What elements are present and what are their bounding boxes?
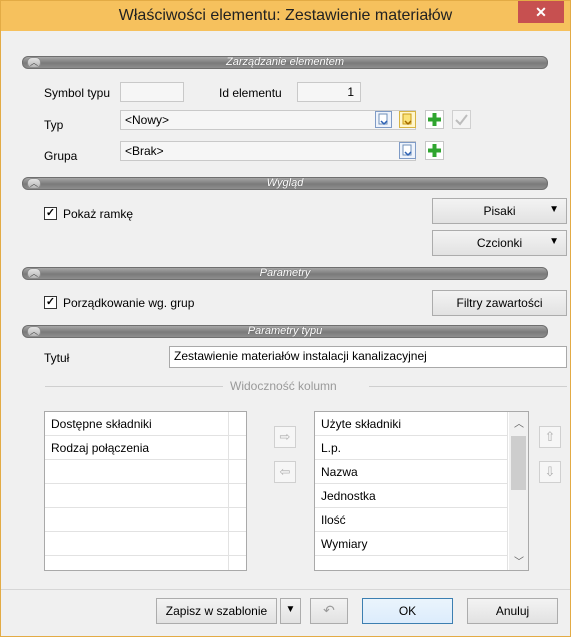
add-type-button[interactable] bbox=[425, 110, 444, 129]
properties-dialog: Właściwości elementu: Zestawienie materi… bbox=[0, 0, 571, 637]
left-arrow-icon: ⇦ bbox=[279, 464, 291, 479]
move-right-button[interactable]: ⇨ bbox=[274, 426, 296, 448]
group-order-checkbox[interactable]: ✓ bbox=[44, 296, 57, 309]
undo-button[interactable]: ↶ bbox=[310, 598, 348, 624]
up-arrow-icon: ⇧ bbox=[544, 429, 556, 444]
typ-field[interactable]: <Nowy> bbox=[120, 110, 416, 130]
select-group-icon[interactable] bbox=[399, 142, 416, 159]
show-frame-label: Pokaż ramkę bbox=[63, 207, 134, 221]
list-item[interactable]: Ilość bbox=[315, 508, 508, 532]
columns-visibility-header: Widoczność kolumn bbox=[230, 379, 337, 393]
id-label: Id elementu bbox=[219, 86, 282, 100]
divider bbox=[369, 386, 567, 387]
cancel-button[interactable]: Anuluj bbox=[467, 598, 558, 624]
section-parametry[interactable]: ︿ Parametry bbox=[22, 267, 548, 280]
symbol-field[interactable] bbox=[120, 82, 184, 102]
title-bar: Właściwości elementu: Zestawienie materi… bbox=[1, 1, 570, 31]
section-wyglad[interactable]: ︿ Wygląd bbox=[22, 177, 548, 190]
used-components-list[interactable]: Użyte składniki L.p. Nazwa Jednostka Ilo… bbox=[314, 411, 529, 571]
list-item-empty bbox=[45, 460, 246, 484]
undo-icon: ↶ bbox=[323, 602, 335, 618]
list-header[interactable]: Dostępne składniki bbox=[45, 412, 246, 436]
dropdown-arrow-icon: ▼ bbox=[549, 236, 559, 247]
green-plus-icon bbox=[428, 144, 441, 157]
list-item[interactable]: Wymiary bbox=[315, 532, 508, 556]
grupa-label: Grupa bbox=[44, 149, 78, 163]
close-button[interactable]: ✕ bbox=[518, 1, 564, 23]
show-frame-checkbox[interactable]: ✓ bbox=[44, 207, 57, 220]
section-zarzadzanie[interactable]: ︿ Zarządzanie elementem bbox=[22, 56, 548, 69]
dropdown-arrow-icon: ▼ bbox=[285, 604, 296, 615]
title-input[interactable]: Zestawienie materiałów instalacji kanali… bbox=[169, 346, 567, 368]
edit-type-icon[interactable] bbox=[399, 111, 416, 128]
list-header[interactable]: Użyte składniki bbox=[315, 412, 508, 436]
move-down-button[interactable]: ⇩ bbox=[539, 461, 561, 483]
checkmark-icon bbox=[455, 114, 468, 126]
move-left-button[interactable]: ⇦ bbox=[274, 461, 296, 483]
title-label: Tytuł bbox=[44, 351, 70, 365]
grupa-field[interactable]: <Brak> bbox=[120, 141, 416, 161]
select-type-icon[interactable] bbox=[375, 111, 392, 128]
pisaki-label: Pisaki bbox=[483, 204, 516, 218]
section-title: Wygląd bbox=[266, 177, 304, 189]
window-title: Właściwości elementu: Zestawienie materi… bbox=[118, 7, 453, 24]
list-item-empty bbox=[45, 508, 246, 532]
list-item-empty bbox=[45, 484, 246, 508]
section-parametry-typu[interactable]: ︿ Parametry typu bbox=[22, 325, 548, 338]
list-item[interactable]: Nazwa bbox=[315, 460, 508, 484]
scrollbar-thumb[interactable] bbox=[511, 436, 526, 490]
scrollbar[interactable]: ︿ ﹀ bbox=[509, 412, 528, 570]
list-item-empty bbox=[45, 532, 246, 556]
czcionki-dropdown[interactable]: Czcionki ▼ bbox=[432, 230, 567, 256]
add-group-button[interactable] bbox=[425, 141, 444, 160]
move-up-button[interactable]: ⇧ bbox=[539, 426, 561, 448]
green-plus-icon bbox=[428, 113, 441, 126]
pisaki-dropdown[interactable]: Pisaki ▼ bbox=[432, 198, 567, 224]
section-title: Parametry typu bbox=[247, 325, 323, 337]
down-arrow-icon: ⇩ bbox=[544, 464, 556, 479]
divider bbox=[45, 386, 223, 387]
footer-separator bbox=[1, 589, 570, 590]
id-field: 1 bbox=[297, 82, 361, 102]
typ-label: Typ bbox=[44, 118, 64, 132]
scroll-up-icon[interactable]: ︿ bbox=[514, 415, 524, 430]
section-title: Zarządzanie elementem bbox=[225, 56, 344, 68]
save-template-button[interactable]: Zapisz w szablonie bbox=[156, 598, 277, 624]
czcionki-label: Czcionki bbox=[476, 236, 523, 250]
list-item[interactable]: L.p. bbox=[315, 436, 508, 460]
list-item[interactable]: Rodzaj połączenia bbox=[45, 436, 246, 460]
group-order-label: Porządkowanie wg. grup bbox=[63, 296, 195, 310]
filters-button[interactable]: Filtry zawartości bbox=[432, 290, 567, 316]
scroll-down-icon[interactable]: ﹀ bbox=[514, 553, 524, 568]
accept-type-button[interactable] bbox=[452, 110, 471, 129]
ok-button[interactable]: OK bbox=[362, 598, 453, 624]
list-item[interactable]: Jednostka bbox=[315, 484, 508, 508]
section-title: Parametry bbox=[259, 267, 311, 279]
symbol-label: Symbol typu bbox=[44, 86, 111, 100]
available-components-list[interactable]: Dostępne składniki Rodzaj połączenia bbox=[44, 411, 247, 571]
right-arrow-icon: ⇨ bbox=[279, 429, 291, 444]
dropdown-arrow-icon: ▼ bbox=[549, 204, 559, 215]
save-template-dropdown[interactable]: ▼ bbox=[280, 598, 301, 624]
